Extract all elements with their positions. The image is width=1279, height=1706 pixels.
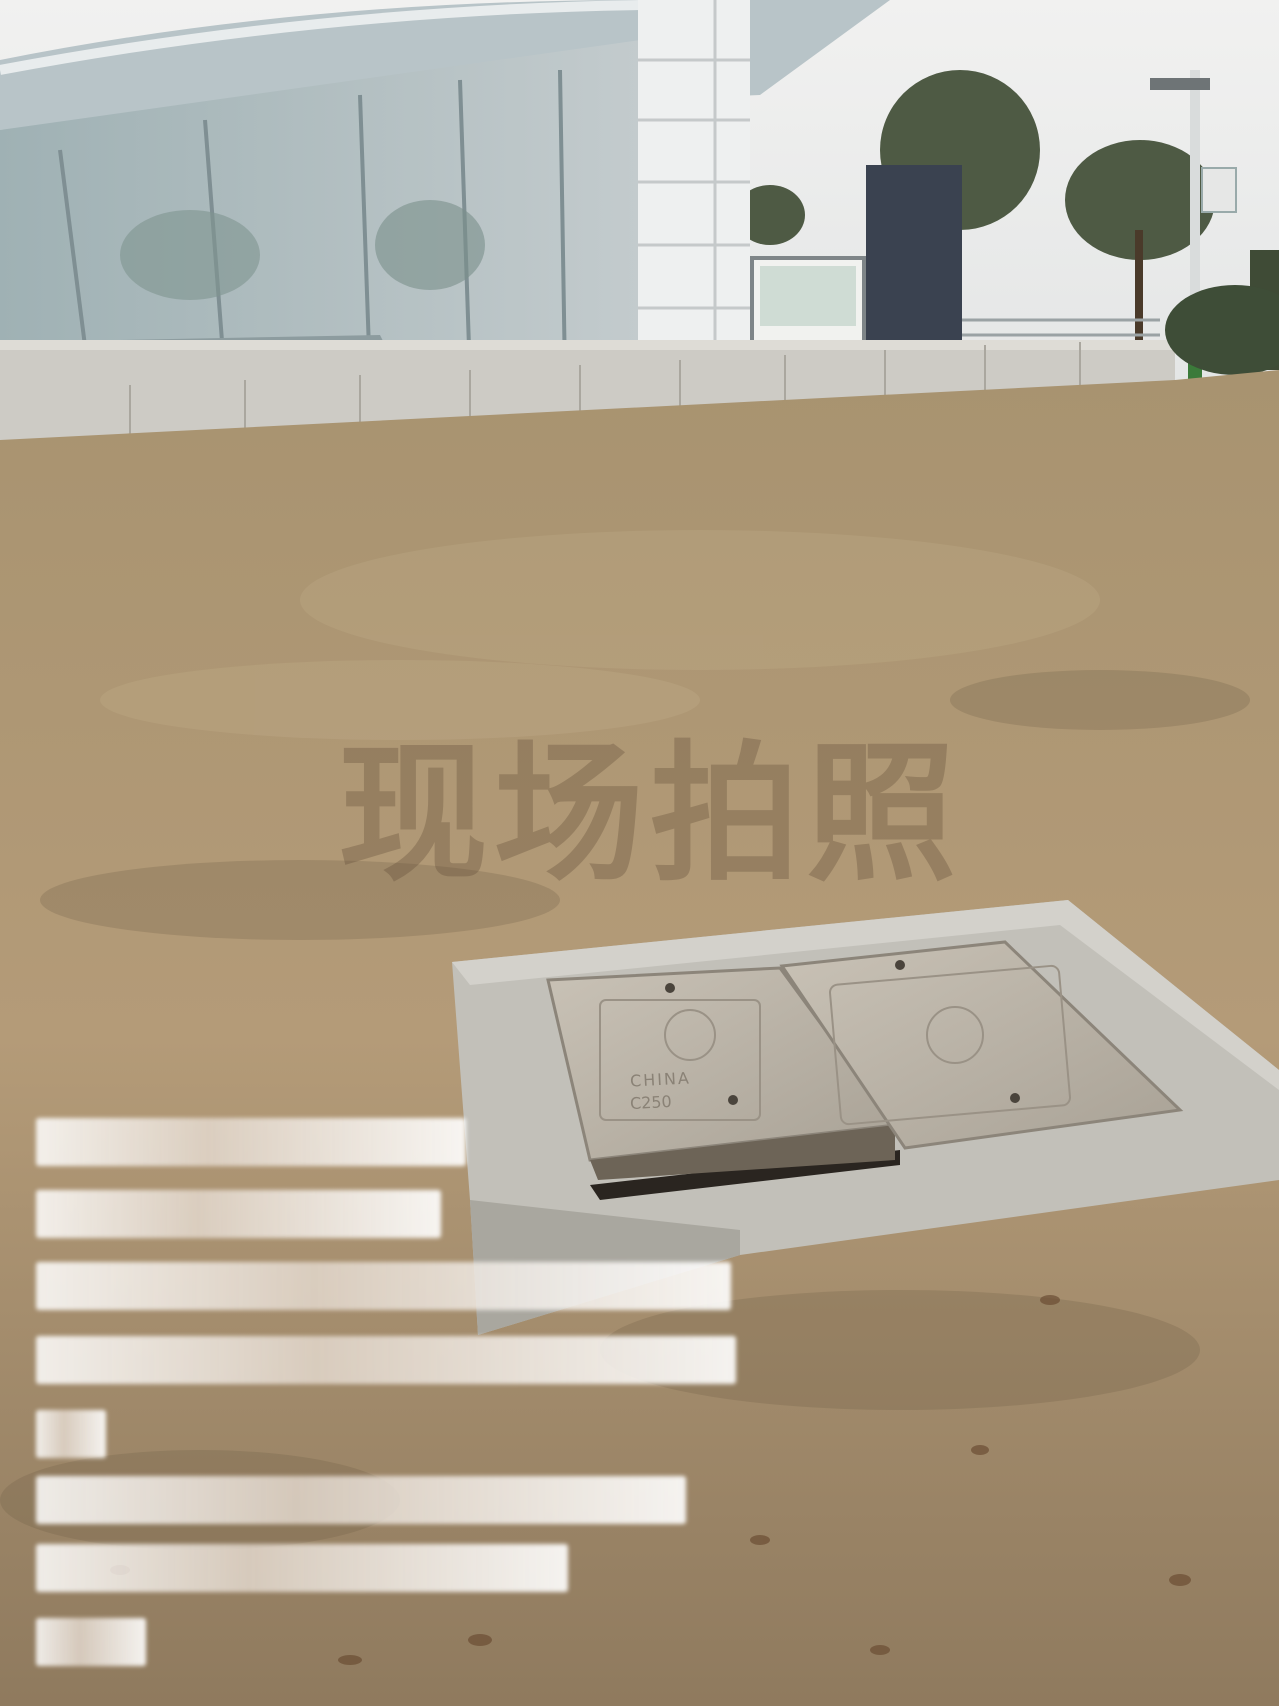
blurred-line	[36, 1118, 466, 1166]
cover-marking-china: CHINA	[629, 1068, 692, 1091]
station-column	[638, 0, 750, 368]
blurred-line	[36, 1618, 146, 1666]
blurred-line	[36, 1262, 731, 1310]
dark-info-board	[866, 165, 962, 353]
blurred-line	[36, 1190, 441, 1238]
blurred-line	[36, 1336, 736, 1384]
photo-scene: CHINA C250 现场拍照	[0, 0, 1279, 1706]
watermark: 现场拍照	[337, 728, 962, 902]
cover-marking-rating: C250	[629, 1091, 673, 1114]
blurred-line	[36, 1544, 568, 1592]
blurred-line	[36, 1410, 106, 1458]
blurred-line	[36, 1476, 686, 1524]
